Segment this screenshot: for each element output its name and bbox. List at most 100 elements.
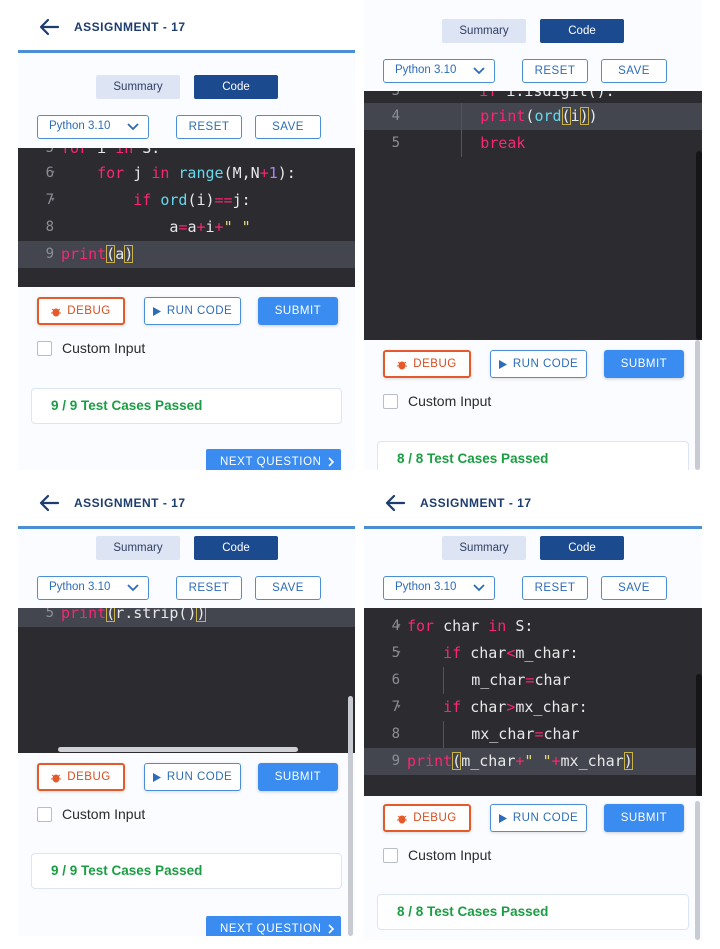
view-tabs: Summary Code: [18, 536, 355, 560]
submit-button[interactable]: SUBMIT: [604, 350, 684, 378]
chevron-right-icon: [327, 457, 334, 467]
language-select[interactable]: Python 3.10: [383, 59, 495, 83]
page-scrollbar[interactable]: [348, 696, 353, 936]
bug-icon: [51, 772, 62, 783]
language-select[interactable]: Python 3.10: [37, 115, 149, 139]
code-line: 7 ▾ if ord(i)==j:: [18, 187, 355, 214]
code-editor[interactable]: 5 for i in S: 6 ▾ for j in range(M,N+1): 7…: [18, 148, 355, 287]
back-arrow-icon[interactable]: [38, 493, 60, 513]
code-line: 5 break: [364, 130, 702, 157]
back-arrow-icon[interactable]: [384, 493, 406, 513]
language-label: Python 3.10: [395, 581, 457, 593]
custom-input-toggle[interactable]: Custom Input: [37, 339, 145, 357]
run-code-label: RUN CODE: [512, 358, 579, 370]
custom-input-toggle[interactable]: Custom Input: [383, 392, 491, 410]
custom-input-toggle[interactable]: Custom Input: [383, 846, 491, 864]
save-button[interactable]: SAVE: [601, 576, 667, 600]
save-button[interactable]: SAVE: [601, 59, 667, 83]
run-code-button[interactable]: RUN CODE: [144, 763, 241, 791]
line-number: 5: [45, 608, 54, 621]
tab-code[interactable]: Code: [194, 75, 278, 99]
view-tabs: Summary Code: [18, 75, 355, 99]
tab-code[interactable]: Code: [540, 19, 624, 43]
chevron-right-icon: [327, 924, 334, 934]
custom-input-label: Custom Input: [408, 393, 492, 409]
app-header: ASSIGNMENT - 17: [364, 476, 702, 529]
debug-button[interactable]: DEBUG: [37, 297, 125, 325]
code-line: 8 mx_char=char: [364, 721, 702, 748]
save-button[interactable]: SAVE: [255, 115, 321, 139]
debug-label: DEBUG: [413, 358, 457, 370]
code-editor[interactable]: 5 print(r.strip()): [18, 608, 355, 753]
debug-label: DEBUG: [67, 305, 111, 317]
run-code-label: RUN CODE: [166, 305, 233, 317]
code-line: 6 ▾ for j in range(M,N+1):: [18, 160, 355, 187]
reset-button[interactable]: RESET: [522, 59, 588, 83]
custom-input-checkbox[interactable]: [37, 806, 52, 822]
save-button[interactable]: SAVE: [255, 576, 321, 600]
test-result-badge: 8 / 8 Test Cases Passed: [377, 441, 689, 470]
chevron-down-icon: [473, 584, 485, 592]
back-arrow-icon[interactable]: [38, 17, 60, 37]
run-code-button[interactable]: RUN CODE: [490, 350, 587, 378]
code-line: 7 ▾ if char>mx_char:: [364, 694, 702, 721]
code-editor[interactable]: 3 if i.isdigit(): 4 print(ord(i)) 5 brea…: [364, 91, 702, 340]
code-line: 8 a=a+i+" ": [18, 214, 355, 241]
code-line: 6 m_char=char: [364, 667, 702, 694]
run-code-button[interactable]: RUN CODE: [490, 804, 587, 832]
run-code-label: RUN CODE: [512, 812, 579, 824]
tab-summary[interactable]: Summary: [96, 536, 180, 560]
tab-code[interactable]: Code: [194, 536, 278, 560]
next-question-label: NEXT QUESTION: [220, 923, 322, 935]
line-number: 5: [391, 645, 400, 661]
line-number: 9: [391, 753, 400, 769]
line-number: 4: [391, 108, 400, 124]
submit-button[interactable]: SUBMIT: [604, 804, 684, 832]
next-question-label: NEXT QUESTION: [220, 456, 322, 468]
editor-toolbar: Python 3.10 RESET SAVE: [18, 115, 355, 139]
line-number: 8: [391, 726, 400, 742]
editor-scrollbar[interactable]: [696, 674, 702, 796]
line-number: 8: [45, 219, 54, 235]
debug-button[interactable]: DEBUG: [383, 804, 471, 832]
language-label: Python 3.10: [49, 120, 111, 132]
submit-button[interactable]: SUBMIT: [258, 297, 338, 325]
chevron-down-icon: [127, 123, 139, 131]
run-code-button[interactable]: RUN CODE: [144, 297, 241, 325]
code-editor[interactable]: 4 ▾ for char in S: 5 ▾ if char<m_char: 6 m_…: [364, 608, 702, 796]
bug-icon: [397, 813, 408, 824]
tab-code[interactable]: Code: [540, 536, 624, 560]
custom-input-checkbox[interactable]: [383, 847, 398, 863]
submit-button[interactable]: SUBMIT: [258, 763, 338, 791]
next-question-button[interactable]: NEXT QUESTION: [206, 449, 341, 470]
line-number: 6: [391, 672, 400, 688]
editor-scrollbar[interactable]: [696, 151, 702, 340]
language-select[interactable]: Python 3.10: [383, 576, 495, 600]
debug-button[interactable]: DEBUG: [37, 763, 125, 791]
editor-toolbar: Python 3.10 RESET SAVE: [364, 59, 702, 83]
page-scrollbar[interactable]: [695, 801, 700, 940]
custom-input-checkbox[interactable]: [37, 340, 52, 356]
test-result-badge: 9 / 9 Test Cases Passed: [31, 853, 342, 889]
reset-button[interactable]: RESET: [176, 115, 242, 139]
tab-summary[interactable]: Summary: [96, 75, 180, 99]
chevron-down-icon: [473, 67, 485, 75]
custom-input-checkbox[interactable]: [383, 393, 398, 409]
line-number: 5: [391, 135, 400, 151]
debug-label: DEBUG: [67, 771, 111, 783]
editor-horizontal-scrollbar[interactable]: [58, 747, 298, 752]
view-tabs: Summary Code: [364, 19, 702, 43]
debug-button[interactable]: DEBUG: [383, 350, 471, 378]
language-label: Python 3.10: [49, 581, 111, 593]
reset-button[interactable]: RESET: [522, 576, 588, 600]
page-title: ASSIGNMENT - 17: [74, 496, 186, 510]
tab-summary[interactable]: Summary: [442, 19, 526, 43]
reset-button[interactable]: RESET: [176, 576, 242, 600]
panel-assignment-top-left: ASSIGNMENT - 17 Summary Code Python 3.10…: [18, 0, 355, 470]
language-select[interactable]: Python 3.10: [37, 576, 149, 600]
custom-input-toggle[interactable]: Custom Input: [37, 805, 145, 823]
tab-summary[interactable]: Summary: [442, 536, 526, 560]
next-question-button[interactable]: NEXT QUESTION: [206, 916, 341, 936]
code-line-active: 4 print(ord(i)): [364, 103, 702, 130]
page-scrollbar[interactable]: [695, 340, 700, 470]
